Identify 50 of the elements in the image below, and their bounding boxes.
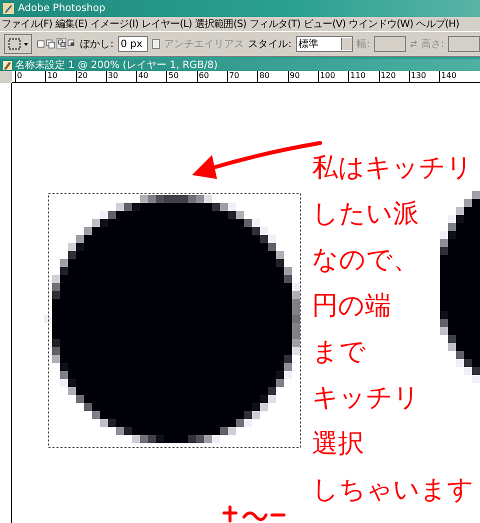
menu-item[interactable]: 選択範囲(S) <box>193 17 248 31</box>
ruler-label: 140 <box>439 71 470 82</box>
handwritten-note: まで <box>312 336 367 369</box>
ruler-label: 120 <box>378 71 409 82</box>
handwritten-note: したい派 <box>312 198 420 231</box>
ruler-label: 90 <box>288 71 318 82</box>
height-label: 高さ: <box>420 38 444 51</box>
menu-item[interactable]: イメージ(I) <box>88 17 140 31</box>
menu-item[interactable]: ビュー(V) <box>302 17 348 31</box>
handwritten-note: 選択 <box>312 428 365 461</box>
height-input[interactable] <box>448 36 480 52</box>
scribble <box>222 506 286 522</box>
marquee-tool-button[interactable] <box>4 34 32 54</box>
width-label: 幅: <box>356 38 370 51</box>
menu-item[interactable]: レイヤー(L) <box>140 17 194 31</box>
ruler-label: 60 <box>196 71 228 82</box>
handwritten-note: 私はキッチリ <box>312 152 474 185</box>
ruler-label: 130 <box>408 71 440 82</box>
style-dropdown[interactable]: 標準 <box>296 36 353 52</box>
menu-item[interactable]: ファイル(F) <box>0 17 54 31</box>
window-title: Adobe Photoshop <box>18 3 106 14</box>
menu-item[interactable]: ヘルプ(H) <box>414 17 461 31</box>
ruler-label: 30 <box>106 71 136 82</box>
dashed-rectangle-icon <box>6 36 30 52</box>
ruler-label: 0 <box>15 71 46 82</box>
ruler-label: 10 <box>45 71 76 82</box>
handwritten-note: 円の端 <box>312 290 392 323</box>
swap-icon[interactable] <box>410 40 417 48</box>
menu-item[interactable]: 編集(E) <box>54 17 89 31</box>
style-label: スタイル: <box>248 38 292 51</box>
menu-item[interactable]: ウインドウ(W) <box>347 17 415 31</box>
ruler-label: 80 <box>257 71 288 82</box>
width-input[interactable] <box>374 36 406 52</box>
handwritten-note: しちゃいます <box>312 474 474 507</box>
antialias-label: アンチエイリアス <box>164 38 244 51</box>
document-title: 名称未設定 1 @ 200% (レイヤー 1, RGB/8) <box>15 58 218 72</box>
menu-item[interactable]: フィルタ(T) <box>248 17 302 31</box>
document-icon <box>3 60 12 70</box>
app-icon <box>3 3 14 14</box>
handwritten-note: なので、 <box>312 244 420 277</box>
selection-mode-icons[interactable] <box>36 37 76 51</box>
handwritten-note: キッチリ <box>312 382 421 415</box>
ruler-label: 100 <box>318 71 348 82</box>
ruler-label: 40 <box>136 71 166 82</box>
feather-label: ぼかし: <box>80 38 114 51</box>
ruler-label: 70 <box>227 71 258 82</box>
feather-input[interactable]: 0 px <box>118 36 148 52</box>
ruler-label: 50 <box>166 71 197 82</box>
ruler-label: 20 <box>76 71 106 82</box>
ruler-label: 110 <box>348 71 379 82</box>
